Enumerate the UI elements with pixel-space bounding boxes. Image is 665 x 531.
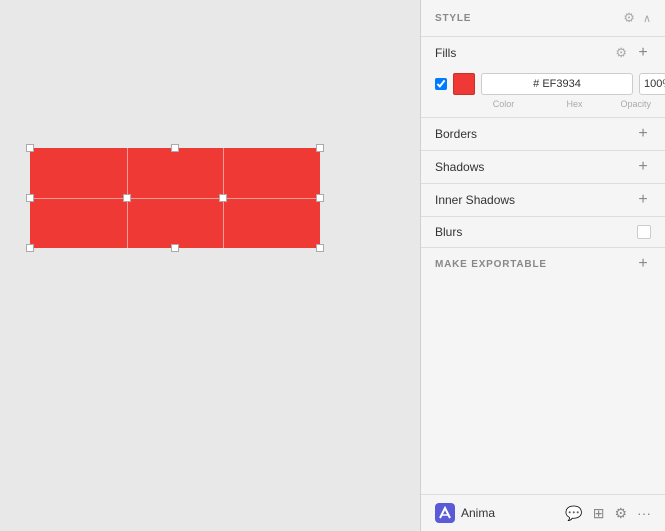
anima-logo: Anima — [435, 503, 495, 523]
bottom-bar: Anima 💬 ⊞ ⚙ ··· — [421, 494, 665, 531]
handle-top-right[interactable] — [316, 144, 324, 152]
shadows-header: Shadows + — [421, 151, 665, 183]
borders-header: Borders + — [421, 118, 665, 150]
borders-add-button[interactable]: + — [635, 126, 651, 142]
handle-top-left[interactable] — [26, 144, 34, 152]
fill-row — [435, 73, 651, 95]
anima-icon — [435, 503, 455, 523]
selected-element[interactable] — [30, 148, 320, 248]
layers-icon[interactable]: ⊞ — [593, 505, 605, 522]
fills-column-labels: Color Hex Opacity — [435, 99, 651, 109]
collapse-icon[interactable]: ∧ — [643, 12, 651, 25]
right-panel: STYLE ⚙ ∧ Fills ⚙ + Color Hex Opacit — [420, 0, 665, 531]
handle-mid-right[interactable] — [316, 194, 324, 202]
fill-color-swatch[interactable] — [453, 73, 475, 95]
fills-content: Color Hex Opacity — [421, 69, 665, 117]
settings-bottom-icon[interactable]: ⚙ — [614, 505, 627, 522]
handle-bot-center[interactable] — [171, 244, 179, 252]
inner-shadows-add-button[interactable]: + — [635, 192, 651, 208]
handle-mid-left[interactable] — [26, 194, 34, 202]
fill-hex-input[interactable] — [481, 73, 633, 95]
blurs-header: Blurs — [421, 217, 665, 247]
handle-inner-1[interactable] — [123, 194, 131, 202]
fills-label: Fills — [435, 46, 456, 60]
style-label: STYLE — [435, 13, 471, 24]
inner-shadows-label: Inner Shadows — [435, 193, 515, 207]
bottom-icons: 💬 ⊞ ⚙ ··· — [565, 505, 651, 522]
style-section-header: STYLE ⚙ ∧ — [421, 0, 665, 37]
exportable-label: MAKE EXPORTABLE — [435, 259, 547, 270]
fills-header: Fills ⚙ + — [421, 37, 665, 69]
blurs-label: Blurs — [435, 225, 462, 239]
fill-checkbox[interactable] — [435, 78, 447, 90]
fills-section: Fills ⚙ + Color Hex Opacity — [421, 37, 665, 118]
fills-settings-icon[interactable]: ⚙ — [615, 45, 627, 61]
red-rectangle[interactable] — [30, 148, 320, 248]
make-exportable-section: MAKE EXPORTABLE + — [421, 248, 665, 280]
color-col-label: Color — [471, 99, 536, 109]
anima-text: Anima — [461, 506, 495, 520]
borders-label: Borders — [435, 127, 477, 141]
borders-section: Borders + — [421, 118, 665, 151]
settings-icon[interactable]: ⚙ — [623, 10, 635, 26]
shadows-section: Shadows + — [421, 151, 665, 184]
fills-add-button[interactable]: + — [635, 45, 651, 61]
more-icon[interactable]: ··· — [637, 505, 651, 521]
handle-bot-left[interactable] — [26, 244, 34, 252]
opacity-col-label: Opacity — [613, 99, 651, 109]
handle-top-center[interactable] — [171, 144, 179, 152]
inner-shadows-section: Inner Shadows + — [421, 184, 665, 217]
blurs-checkbox[interactable] — [637, 225, 651, 239]
hex-col-label: Hex — [542, 99, 607, 109]
canvas — [0, 0, 420, 531]
handle-inner-2[interactable] — [219, 194, 227, 202]
blurs-section: Blurs — [421, 217, 665, 248]
shadows-label: Shadows — [435, 160, 484, 174]
exportable-add-button[interactable]: + — [635, 256, 651, 272]
shadows-add-button[interactable]: + — [635, 159, 651, 175]
message-icon[interactable]: 💬 — [565, 505, 582, 522]
inner-shadows-header: Inner Shadows + — [421, 184, 665, 216]
fill-opacity-input[interactable] — [639, 73, 665, 95]
panel-spacer — [421, 280, 665, 494]
handle-bot-right[interactable] — [316, 244, 324, 252]
style-header-icons: ⚙ ∧ — [623, 10, 651, 26]
